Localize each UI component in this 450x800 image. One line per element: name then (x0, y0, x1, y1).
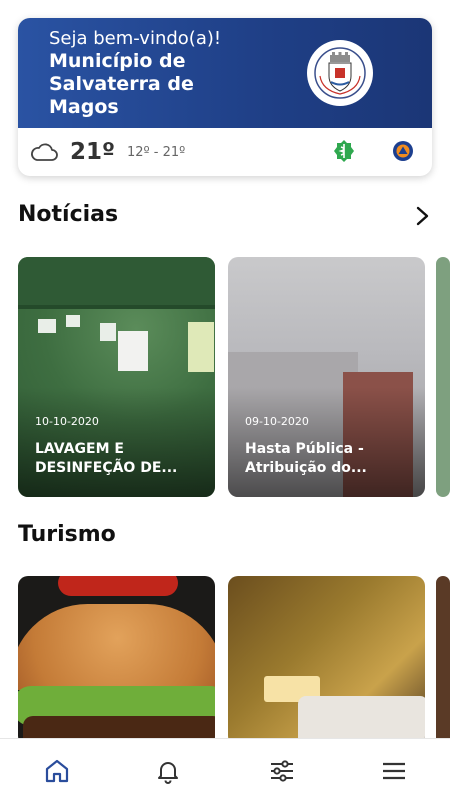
news-image-detail (38, 319, 56, 333)
tourism-section-title: Turismo (18, 522, 116, 547)
news-card-partial[interactable] (436, 257, 450, 497)
chevron-right-icon[interactable] (412, 205, 432, 227)
news-date: 09-10-2020 (245, 415, 309, 428)
cloud-icon (31, 143, 58, 161)
news-image (18, 257, 215, 307)
news-card[interactable]: 09-10-2020 Hasta Pública - Atribuição do… (228, 257, 425, 497)
municipality-crest-icon (307, 40, 373, 106)
tourism-card[interactable] (228, 576, 425, 746)
greeting-text: Seja bem-vindo(a)! (49, 28, 222, 49)
news-title: Hasta Pública - Atribuição do... (245, 441, 367, 476)
news-image-detail (100, 323, 116, 341)
current-temperature: 21º (70, 139, 115, 165)
home-icon[interactable] (43, 757, 71, 785)
news-image-detail (66, 315, 80, 327)
temperature-range: 12º - 21º (126, 144, 186, 160)
welcome-banner: Seja bem-vindo(a)! Município de Salvater… (18, 18, 432, 128)
news-image-detail (18, 305, 215, 309)
menu-icon[interactable] (380, 757, 408, 785)
news-image-detail (118, 331, 148, 371)
bell-icon[interactable] (154, 757, 182, 785)
news-image-detail (188, 322, 214, 372)
tourism-image-detail (58, 576, 178, 596)
news-title: LAVAGEM E DESINFEÇÃO DE... (35, 441, 178, 476)
news-section-title: Notícias (18, 202, 119, 227)
welcome-card: Seja bem-vindo(a)! Município de Salvater… (18, 18, 432, 176)
bottom-navigation (0, 738, 450, 800)
tourism-card[interactable] (18, 576, 215, 746)
municipality-name: Município de Salvaterra de Magos (49, 50, 194, 118)
medical-service-icon[interactable] (332, 139, 356, 163)
news-card[interactable]: 10-10-2020 LAVAGEM E DESINFEÇÃO DE... (18, 257, 215, 497)
tourism-card-partial[interactable] (436, 576, 450, 746)
news-date: 10-10-2020 (35, 415, 99, 428)
tourism-image (18, 604, 215, 690)
civil-protection-icon[interactable] (392, 140, 414, 162)
sliders-icon[interactable] (268, 757, 296, 785)
weather-row[interactable]: 21º 12º - 21º (18, 128, 432, 176)
